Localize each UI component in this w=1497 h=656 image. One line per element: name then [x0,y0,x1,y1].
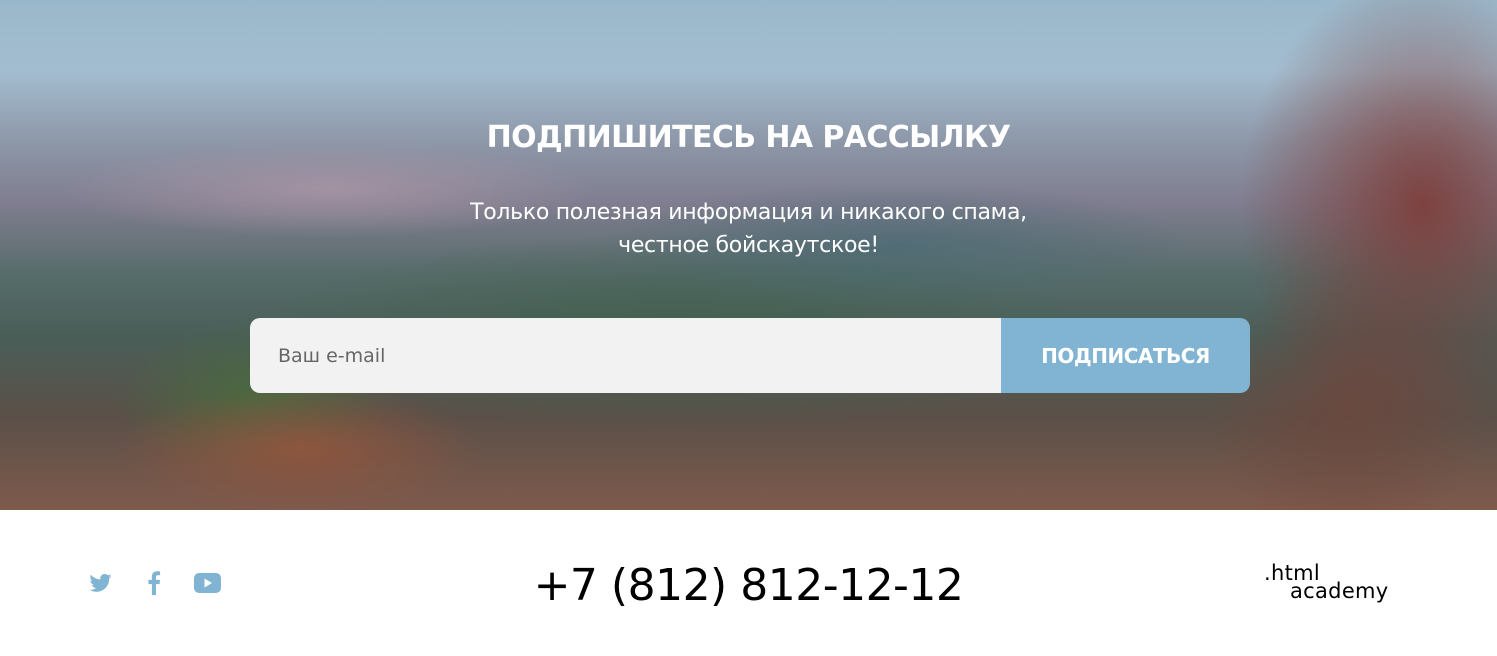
logo-text-line2: academy [1290,579,1389,603]
subscribe-button[interactable]: ПОДПИСАТЬСЯ [1001,318,1250,393]
email-input[interactable] [250,318,1001,393]
subscribe-title: ПОДПИШИТЕСЬ НА РАССЫЛКУ [486,120,1011,155]
subscribe-description: Только полезная информация и никакого сп… [0,196,1497,262]
subscribe-description-line1: Только полезная информация и никакого сп… [470,200,1027,225]
html-academy-logo[interactable]: .html academy [1262,562,1412,608]
subscribe-form: ПОДПИСАТЬСЯ [250,318,1250,393]
subscribe-section: ПОДПИШИТЕСЬ НА РАССЫЛКУ Только полезная … [0,0,1497,510]
subscribe-description-line2: честное бойскаутское! [618,233,879,258]
page-footer: +7 (812) 812-12-12 .html academy [0,510,1497,656]
